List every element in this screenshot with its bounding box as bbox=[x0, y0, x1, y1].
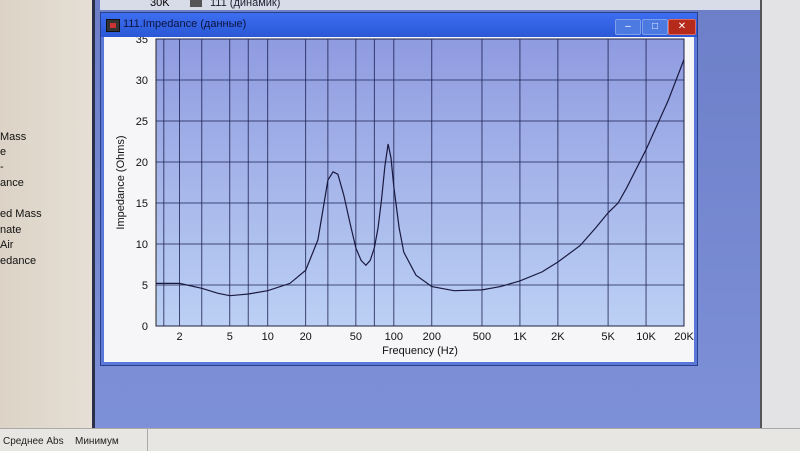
x-axis-label: Frequency (Hz) bbox=[382, 345, 458, 357]
x-tick-label: 10K bbox=[636, 331, 656, 343]
x-tick-label: 2 bbox=[177, 331, 183, 343]
y-tick-label: 15 bbox=[136, 198, 148, 210]
list-item-name: 111 (динамик) bbox=[210, 0, 281, 9]
property-label[interactable]: edance bbox=[0, 255, 36, 267]
status-column-average-abs[interactable]: Среднее Abs bbox=[3, 436, 64, 447]
x-tick-label: 500 bbox=[473, 331, 491, 343]
x-tick-label: 100 bbox=[385, 331, 403, 343]
y-tick-label: 20 bbox=[136, 157, 148, 169]
x-tick-label: 5K bbox=[601, 331, 615, 343]
close-button[interactable]: ✕ bbox=[668, 19, 696, 35]
y-tick-label: 5 bbox=[142, 280, 148, 292]
status-bar: Среднее Abs Минимум bbox=[0, 428, 800, 451]
impedance-window: 111.Impedance (данные) – □ ✕ 0 5 10 15 20 25 3… bbox=[100, 12, 698, 366]
property-label[interactable]: Air bbox=[0, 239, 13, 251]
window-title: 111.Impedance (данные) bbox=[123, 18, 247, 30]
app-icon bbox=[106, 19, 120, 32]
x-tick-label: 1K bbox=[513, 331, 527, 343]
y-axis-label: Impedance (Ohms) bbox=[115, 135, 127, 229]
property-label[interactable]: ed Mass bbox=[0, 208, 42, 220]
x-tick-label: 20K bbox=[674, 331, 694, 343]
y-tick-label: 25 bbox=[136, 116, 148, 128]
x-tick-label: 5 bbox=[227, 331, 233, 343]
x-tick-label: 50 bbox=[350, 331, 362, 343]
list-value: 30K bbox=[150, 0, 170, 9]
x-tick-label: 10 bbox=[262, 331, 274, 343]
property-label[interactable]: nate bbox=[0, 224, 21, 236]
y-tick-label: 35 bbox=[136, 37, 148, 46]
x-tick-label: 2K bbox=[551, 331, 565, 343]
properties-panel: Mass e - ance ed Mass nate Air edance bbox=[0, 0, 92, 428]
list-row[interactable]: 30K 111 (динамик) bbox=[100, 0, 760, 10]
minimize-button[interactable]: – bbox=[615, 19, 641, 35]
property-label[interactable]: ance bbox=[0, 177, 24, 189]
property-label[interactable]: - bbox=[0, 161, 4, 173]
status-divider bbox=[147, 429, 148, 451]
item-icon bbox=[190, 0, 202, 7]
right-panel bbox=[760, 0, 800, 428]
x-tick-label: 20 bbox=[300, 331, 312, 343]
y-tick-label: 30 bbox=[136, 75, 148, 87]
status-column-minimum[interactable]: Минимум bbox=[75, 436, 119, 447]
property-label[interactable]: Mass bbox=[0, 131, 26, 143]
window-title-bar[interactable]: 111.Impedance (данные) – □ ✕ bbox=[101, 13, 697, 37]
maximize-button[interactable]: □ bbox=[642, 19, 668, 35]
y-tick-label: 10 bbox=[136, 239, 148, 251]
impedance-chart: 051015202530352 5 10 20 50 100 200 500 1K 2K 5K 10K… bbox=[115, 37, 694, 357]
y-tick-label: 0 bbox=[142, 321, 148, 333]
property-label[interactable]: e bbox=[0, 146, 6, 158]
plot-background bbox=[155, 38, 685, 327]
chart-area: 0 5 10 15 20 25 30 35 2 5 10 20 50 100 200 500 1K 2K 5K 10K… bbox=[104, 37, 694, 362]
x-tick-label: 200 bbox=[423, 331, 441, 343]
